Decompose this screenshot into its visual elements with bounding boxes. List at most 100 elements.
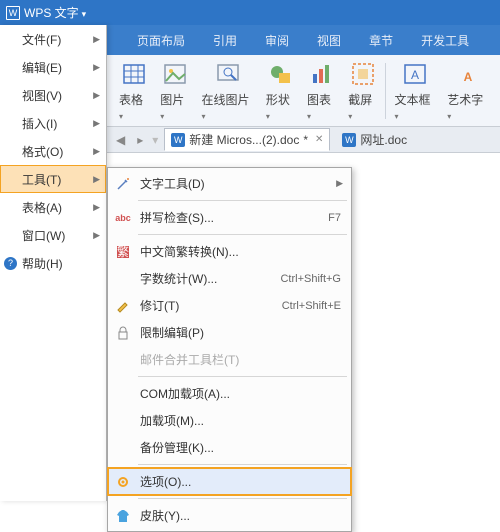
submenu-item[interactable]: 限制编辑(P) <box>108 319 351 346</box>
ribbon-tab[interactable]: 审阅 <box>251 26 303 55</box>
ribbon-picture-button[interactable]: 图片 <box>154 58 195 124</box>
ribbon-shape-button[interactable]: 形状 <box>260 58 301 124</box>
doc-icon: W <box>171 133 185 147</box>
ribbon-tab[interactable]: 引用 <box>199 26 251 55</box>
doc-tab-label: 网址.doc <box>360 131 407 148</box>
ribbon-label: 图片 <box>160 91 189 122</box>
svg-text:A: A <box>411 68 419 82</box>
filemenu-label: 工具(T) <box>22 171 61 188</box>
ribbon-label: 截屏 <box>348 91 377 122</box>
doc-icon: W <box>342 133 356 147</box>
submenu-item[interactable]: 选项(O)... <box>108 468 351 495</box>
filemenu-label: 编辑(E) <box>22 59 62 76</box>
filemenu-item[interactable]: 编辑(E) ▶ <box>0 53 106 81</box>
chevron-right-icon: ▶ <box>93 118 100 129</box>
submenu-item[interactable]: 加载项(M)... <box>108 407 351 434</box>
submenu-label: COM加载项(A)... <box>140 385 230 402</box>
submenu-item[interactable]: abc拼写检查(S)...F7 <box>108 204 351 231</box>
submenu-label: 加载项(M)... <box>140 412 204 429</box>
close-icon[interactable]: ✕ <box>315 134 323 145</box>
submenu-label: 字数统计(W)... <box>140 270 217 287</box>
submenu-item[interactable]: 字数统计(W)... Ctrl+Shift+G <box>108 265 351 292</box>
ribbon-table-button[interactable]: 表格 <box>113 58 154 124</box>
filemenu-item[interactable]: 窗口(W) ▶ <box>0 221 106 249</box>
chevron-right-icon: ▶ <box>336 178 343 189</box>
chevron-right-icon: ▶ <box>93 90 100 101</box>
ribbon-label: 艺术字 <box>447 91 488 122</box>
screenshot-icon <box>349 60 377 88</box>
tools-submenu: 文字工具(D)▶abc拼写检查(S)...F7繁中文简繁转换(N)...字数统计… <box>107 167 352 532</box>
ribbon-tab[interactable]: 开发工具 <box>407 26 483 55</box>
file-menu: 文件(F)▶编辑(E)▶视图(V)▶插入(I)▶格式(O)▶工具(T)▶表格(A… <box>0 25 107 501</box>
menu-separator <box>138 234 347 235</box>
chevron-right-icon: ▶ <box>93 62 100 73</box>
filemenu-label: 窗口(W) <box>22 227 65 244</box>
submenu-label: 选项(O)... <box>140 473 191 490</box>
menu-separator <box>138 464 347 465</box>
wand-icon <box>115 176 131 192</box>
submenu-label: 修订(T) <box>140 297 179 314</box>
ribbon-textbox-button[interactable]: A 文本框 <box>388 58 441 124</box>
menu-separator <box>138 498 347 499</box>
title-bar: W WPS 文字 <box>0 0 500 25</box>
picture-icon <box>161 60 189 88</box>
ribbon-online-button[interactable]: 在线图片 <box>195 58 259 124</box>
tab-next-icon[interactable]: ▸ <box>134 133 146 147</box>
doc-dirty-indicator: * <box>303 133 308 147</box>
shirt-icon <box>115 508 131 524</box>
filemenu-label: 文件(F) <box>22 31 61 48</box>
shortcut-label: Ctrl+Shift+G <box>280 273 341 285</box>
submenu-label: 限制编辑(P) <box>140 324 204 341</box>
submenu-item[interactable]: 文字工具(D) ▶ <box>108 170 351 197</box>
filemenu-label: 帮助(H) <box>22 255 63 272</box>
ribbon-tab[interactable]: 章节 <box>355 26 407 55</box>
chevron-right-icon: ▶ <box>93 34 100 45</box>
ribbon-screenshot-button[interactable]: 截屏 <box>342 58 383 124</box>
svg-text:繁: 繁 <box>117 244 129 259</box>
filemenu-item[interactable]: 工具(T) ▶ <box>0 165 106 193</box>
wordart-icon: A <box>454 60 482 88</box>
app-title[interactable]: WPS 文字 <box>24 4 86 21</box>
ribbon: 表格图片在线图片形状图表截屏 A 文本框 A 艺术字 <box>107 55 500 127</box>
ribbon-tab[interactable]: 视图 <box>303 26 355 55</box>
submenu-label: 备份管理(K)... <box>140 439 214 456</box>
filemenu-item[interactable]: ? 帮助(H) <box>0 249 106 277</box>
submenu-item[interactable]: COM加载项(A)... <box>108 380 351 407</box>
submenu-label: 中文简繁转换(N)... <box>140 243 239 260</box>
chevron-right-icon: ▶ <box>93 230 100 241</box>
submenu-label: 文字工具(D) <box>140 175 205 192</box>
ribbon-label: 在线图片 <box>201 91 253 122</box>
ribbon-label: 图表 <box>307 91 336 122</box>
help-icon: ? <box>4 257 17 270</box>
ribbon-label: 文本框 <box>394 91 435 122</box>
svg-text:A: A <box>463 70 472 84</box>
ribbon-tabs: 页面布局引用审阅视图章节开发工具 <box>107 25 500 55</box>
submenu-label: 皮肤(Y)... <box>140 507 190 524</box>
shortcut-label: Ctrl+Shift+E <box>282 300 341 312</box>
ribbon-wordart-button[interactable]: A 艺术字 <box>441 58 494 124</box>
chevron-right-icon: ▶ <box>93 202 100 213</box>
chevron-right-icon: ▶ <box>93 174 100 185</box>
textbox-icon: A <box>401 60 429 88</box>
ribbon-chart-button[interactable]: 图表 <box>301 58 342 124</box>
revise-icon <box>115 298 131 314</box>
submenu-item[interactable]: 修订(T) Ctrl+Shift+E <box>108 292 351 319</box>
filemenu-label: 视图(V) <box>22 87 62 104</box>
document-tab-active[interactable]: W 新建 Micros...(2).doc * ✕ <box>164 128 330 151</box>
filemenu-item[interactable]: 插入(I) ▶ <box>0 109 106 137</box>
tab-prev-icon[interactable]: ◀ <box>113 133 128 147</box>
filemenu-item[interactable]: 格式(O)▶ <box>0 137 106 165</box>
filemenu-item[interactable]: 表格(A)▶ <box>0 193 106 221</box>
chart-icon <box>308 60 336 88</box>
filemenu-label: 插入(I) <box>22 115 57 132</box>
gear-icon <box>115 474 131 490</box>
convert-icon: 繁 <box>115 244 131 260</box>
submenu-item[interactable]: 皮肤(Y)... <box>108 502 351 529</box>
document-tab[interactable]: W 网址.doc <box>336 129 413 150</box>
submenu-item[interactable]: 备份管理(K)... <box>108 434 351 461</box>
filemenu-item[interactable]: 视图(V) ▶ <box>0 81 106 109</box>
online-icon <box>214 60 242 88</box>
submenu-item[interactable]: 繁中文简繁转换(N)... <box>108 238 351 265</box>
ribbon-tab[interactable]: 页面布局 <box>123 26 199 55</box>
filemenu-item[interactable]: 文件(F) ▶ <box>0 25 106 53</box>
